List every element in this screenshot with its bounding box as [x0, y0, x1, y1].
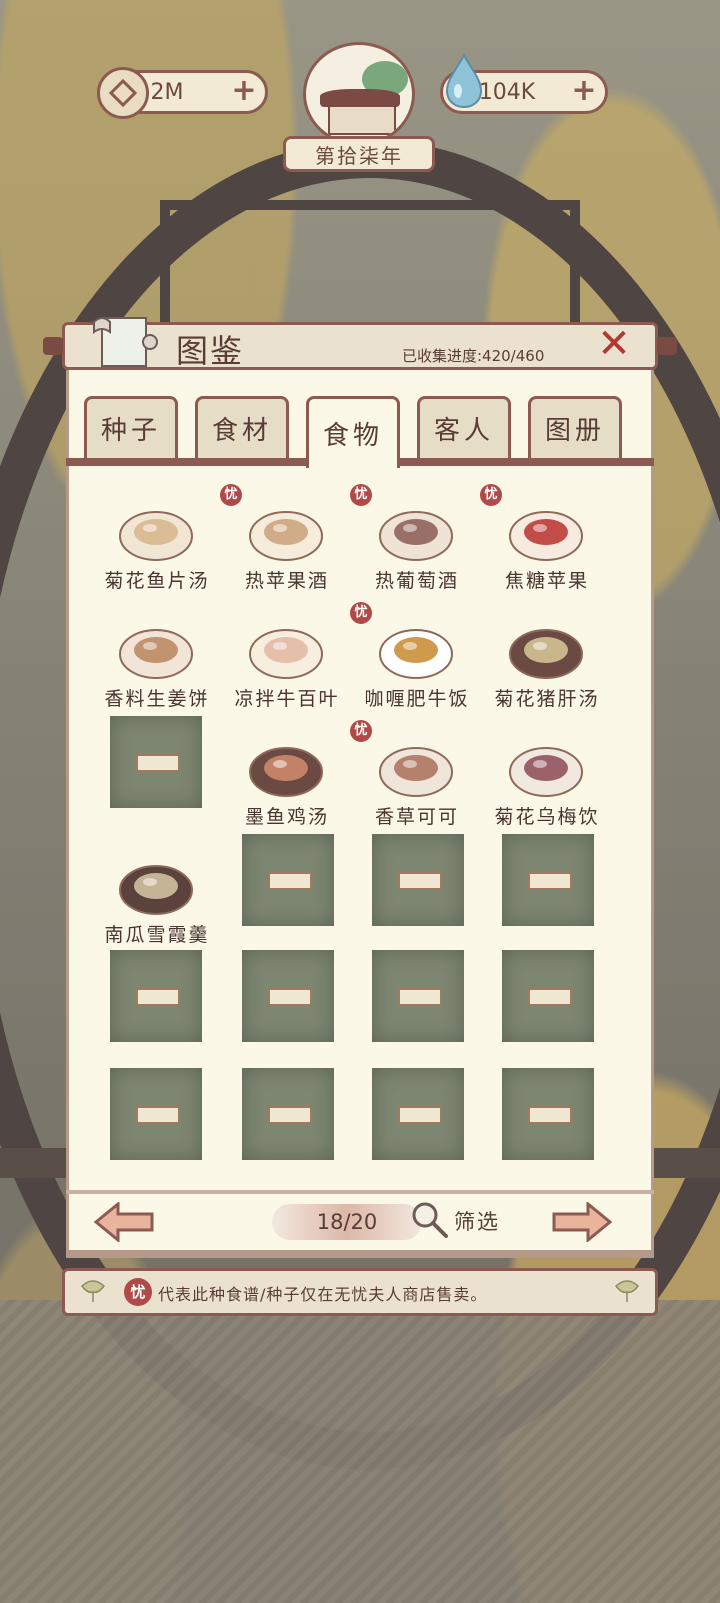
- dish-icon: [119, 511, 193, 561]
- dish-icon: [379, 747, 453, 797]
- coin-icon: [97, 67, 149, 119]
- exclusive-badge-icon: 忧: [124, 1278, 152, 1306]
- prev-page-arrow-icon[interactable]: [94, 1202, 156, 1242]
- tab-ingredients[interactable]: 食材: [195, 396, 289, 458]
- magnifier-icon[interactable]: [410, 1200, 450, 1240]
- food-item[interactable]: 咖喱肥牛饭 忧: [350, 602, 482, 718]
- panel-title: 图鉴: [176, 332, 245, 370]
- food-item[interactable]: 凉拌牛百叶: [222, 602, 352, 718]
- next-page-arrow-icon[interactable]: [550, 1202, 612, 1242]
- dish-icon: [249, 511, 323, 561]
- water-counter: 104K +: [440, 53, 608, 114]
- food-item[interactable]: 墨鱼鸡汤: [222, 720, 352, 836]
- dish-name: 香草可可: [374, 806, 459, 828]
- floor: [0, 1300, 720, 1603]
- dish-icon: [509, 511, 583, 561]
- locked-slot[interactable]: [110, 1068, 202, 1160]
- locked-slot[interactable]: [372, 834, 464, 926]
- dish-name: 热葡萄酒: [374, 570, 459, 592]
- dish-name: 焦糖苹果: [504, 570, 589, 592]
- page-indicator: 18/20: [272, 1204, 422, 1240]
- year-plaque: 第拾柒年: [283, 136, 435, 172]
- add-water-button[interactable]: +: [571, 76, 597, 106]
- coin-counter: 2M +: [97, 67, 268, 119]
- food-item[interactable]: 焦糖苹果 忧: [480, 484, 612, 600]
- dish-name: 南瓜雪霞羹: [104, 924, 210, 946]
- dish-icon: [249, 629, 323, 679]
- dish-icon: [249, 747, 323, 797]
- food-item[interactable]: 热葡萄酒 忧: [350, 484, 482, 600]
- food-item[interactable]: 热苹果酒 忧: [220, 484, 352, 600]
- dish-icon: [119, 865, 193, 915]
- dish-icon: [379, 511, 453, 561]
- filter-button[interactable]: 筛选: [454, 1206, 500, 1236]
- food-item[interactable]: 菊花鱼片汤: [92, 484, 222, 600]
- dish-name: 墨鱼鸡汤: [244, 806, 329, 828]
- food-item[interactable]: 菊花乌梅饮: [482, 720, 612, 836]
- dish-name: 咖喱肥牛饭: [364, 688, 470, 710]
- dish-name: 菊花猪肝汤: [494, 688, 600, 710]
- page-number: 18/20: [316, 1210, 378, 1234]
- exclusive-badge-icon: 忧: [480, 484, 502, 506]
- food-item[interactable]: 香料生姜饼: [92, 602, 222, 718]
- dish-name: 香料生姜饼: [104, 688, 210, 710]
- locked-slot[interactable]: [502, 1068, 594, 1160]
- close-button[interactable]: ✕: [596, 324, 632, 364]
- tab-food-label: 食物: [322, 421, 383, 451]
- dish-name: 凉拌牛百叶: [234, 688, 340, 710]
- tab-album[interactable]: 图册: [528, 396, 622, 458]
- dish-icon: [509, 629, 583, 679]
- dish-icon: [379, 629, 453, 679]
- locked-slot[interactable]: [502, 950, 594, 1042]
- add-coins-button[interactable]: +: [231, 76, 257, 106]
- note-text: 代表此种食谱/种子仅在无忧夫人商店售卖。: [158, 1285, 488, 1304]
- dish-name: 菊花乌梅饮: [494, 806, 600, 828]
- collection-progress: 已收集进度:420/460: [402, 347, 545, 365]
- food-item[interactable]: 南瓜雪霞羹: [92, 838, 222, 954]
- locked-slot[interactable]: [110, 716, 202, 808]
- dish-icon: [119, 629, 193, 679]
- locked-slot[interactable]: [372, 950, 464, 1042]
- locked-slot[interactable]: [242, 950, 334, 1042]
- nav-divider: [66, 1190, 654, 1194]
- tab-ingredients-label: 食材: [211, 416, 272, 446]
- ginkgo-leaf-icon: [80, 1280, 106, 1302]
- exclusive-badge-icon: 忧: [350, 602, 372, 624]
- ginkgo-leaf-icon: [614, 1280, 640, 1302]
- exclusive-badge-icon: 忧: [350, 484, 372, 506]
- locked-slot[interactable]: [502, 834, 594, 926]
- panel-bottom-edge: [66, 1250, 654, 1258]
- tab-guests[interactable]: 客人: [417, 396, 511, 458]
- dish-icon: [509, 747, 583, 797]
- tab-album-label: 图册: [544, 416, 605, 446]
- locked-slot[interactable]: [110, 950, 202, 1042]
- locked-slot[interactable]: [242, 1068, 334, 1160]
- food-item[interactable]: 香草可可 忧: [350, 720, 482, 836]
- food-item[interactable]: 菊花猪肝汤: [482, 602, 612, 718]
- dish-name: 菊花鱼片汤: [104, 570, 210, 592]
- tab-seeds-label: 种子: [100, 416, 161, 446]
- tab-seeds[interactable]: 种子: [84, 396, 178, 458]
- exclusive-badge-icon: 忧: [220, 484, 242, 506]
- garden-emblem-picture: [303, 42, 415, 146]
- tab-guests-label: 客人: [433, 416, 494, 446]
- scroll-icon: [93, 317, 158, 367]
- locked-slot[interactable]: [242, 834, 334, 926]
- garden-emblem[interactable]: 第拾柒年: [283, 42, 435, 172]
- locked-slot[interactable]: [372, 1068, 464, 1160]
- water-drop-icon: [445, 53, 483, 109]
- tab-food[interactable]: 食物: [306, 396, 400, 468]
- dish-name: 热苹果酒: [244, 570, 329, 592]
- exclusive-badge-icon: 忧: [350, 720, 372, 742]
